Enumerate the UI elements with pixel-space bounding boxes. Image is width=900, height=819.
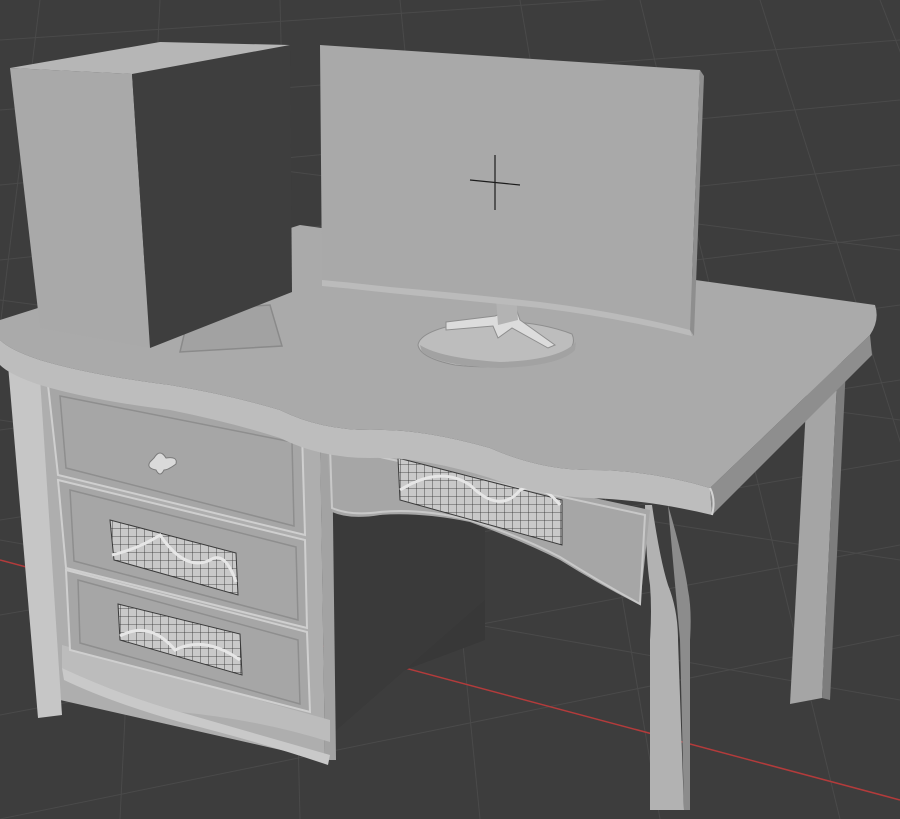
viewport-canvas[interactable] <box>0 0 900 819</box>
3d-viewport[interactable] <box>0 0 900 819</box>
desk-leg-front-right[interactable] <box>645 505 691 810</box>
computer-case[interactable] <box>10 42 292 348</box>
